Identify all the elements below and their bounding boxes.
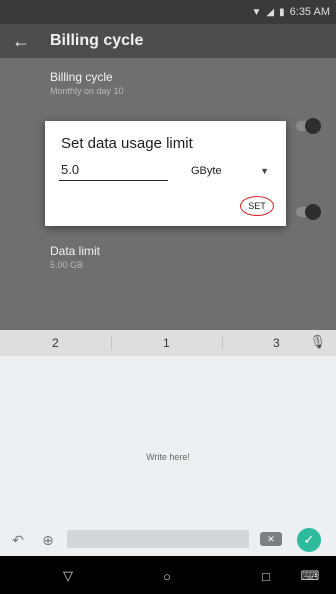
battery-icon: ▮ [279,6,285,18]
space-bar[interactable] [67,530,249,548]
dialog-title: Set data usage limit [61,135,193,152]
switch-knob [305,204,321,220]
suggestion-divider [111,336,112,350]
backspace-icon[interactable]: ✕ [260,532,282,546]
page-title: Billing cycle [50,32,144,49]
arrow-left-icon[interactable]: ← [0,31,42,52]
set-data-limit-dialog: Set data usage limit GByte ▼ SET [45,121,286,226]
app-bar: ← Billing cycle [0,24,336,58]
nav-recents-icon[interactable]: □ [254,564,278,588]
nav-back-icon[interactable]: ▽ [56,564,80,588]
suggestion-item[interactable]: 3 [273,330,280,356]
keyboard-switch-icon[interactable]: ⌨ [298,564,322,588]
suggestion-item[interactable]: 1 [163,330,170,356]
status-bar: ▼ ◢ ▮ 6:35 AM [0,0,336,24]
wifi-icon: ▼ [251,6,262,18]
suggestion-divider [222,336,223,350]
cellular-signal-icon: ◢ [266,6,275,18]
setting-title: Data limit [50,244,101,258]
setting-title: Billing cycle [50,70,113,84]
keyboard-suggestion-bar: 2 1 3 🎙 [0,330,336,356]
setting-summary: 5.00 GB [50,260,84,270]
setting-summary: Monthly on day 10 [50,86,124,96]
toggle-switch-set-data-warning[interactable] [296,118,321,134]
toggle-switch-set-data-limit[interactable] [296,204,321,220]
unit-selected-value: GByte [191,165,222,177]
switch-knob [305,118,321,134]
dropdown-arrow-icon: ▼ [260,166,269,176]
data-limit-input[interactable] [59,159,168,181]
done-check-icon[interactable]: ✓ [297,528,321,552]
microphone-icon[interactable]: 🎙 [309,334,326,350]
status-time: 6:35 AM [289,6,330,18]
keyboard-bottom-row: ↶ ⊕ ✕ ✓ [0,524,336,556]
unit-dropdown[interactable]: GByte ▼ [185,161,275,181]
setting-data-limit[interactable]: Data limit 5.00 GB [50,244,100,270]
setting-billing-cycle[interactable]: Billing cycle Monthly on day 10 [50,70,124,96]
set-button[interactable]: SET [240,196,274,216]
handwriting-hint: Write here! [146,452,190,462]
undo-icon[interactable]: ↶ [8,530,28,550]
handwriting-area[interactable]: Write here! [0,356,336,524]
nav-home-icon[interactable]: ○ [155,564,179,588]
globe-icon[interactable]: ⊕ [38,530,58,550]
suggestion-item[interactable]: 2 [52,330,59,356]
navigation-bar: ▽ ○ □ ⌨ [0,556,336,594]
